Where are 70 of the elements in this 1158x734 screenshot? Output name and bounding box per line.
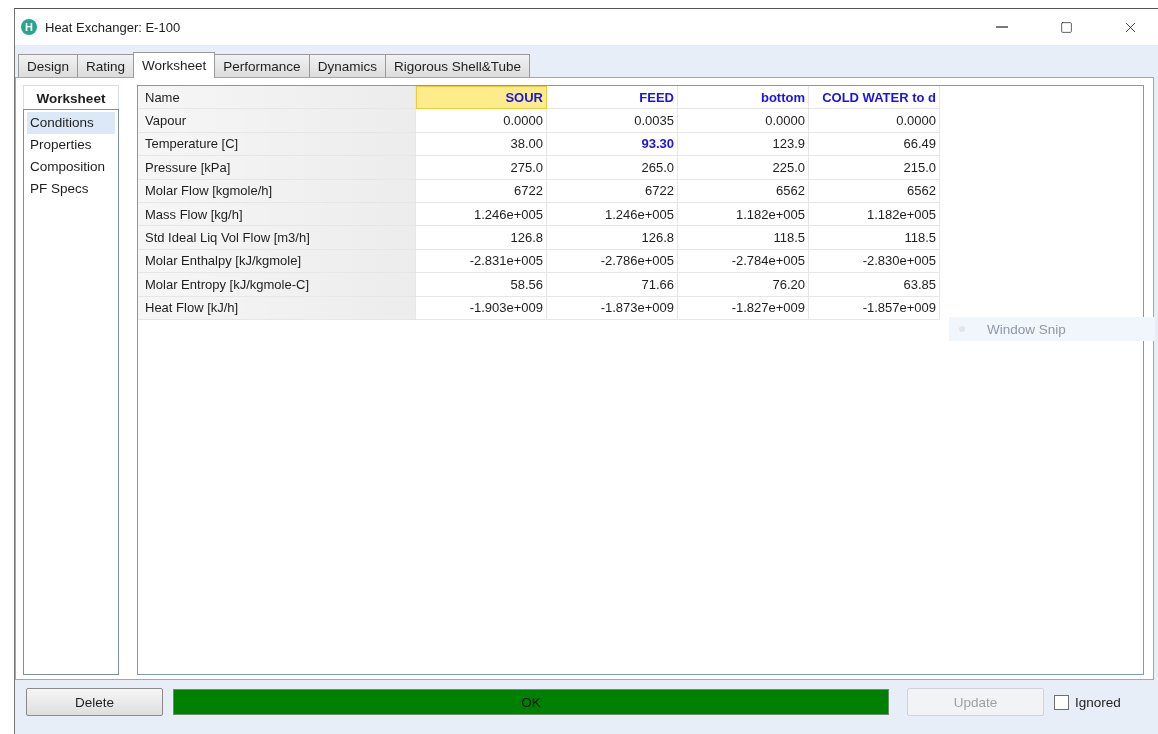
table-cell[interactable]: 63.85	[808, 272, 940, 296]
row-header: Mass Flow [kg/h]	[138, 202, 416, 226]
minimize-icon	[996, 26, 1008, 28]
column-header[interactable]: COLD WATER to d	[808, 86, 940, 109]
table-cell[interactable]: 0.0000	[415, 108, 547, 133]
table-cell[interactable]: -2.786e+005	[546, 249, 678, 273]
tab[interactable]: Design	[18, 54, 79, 77]
app-logo-icon: H	[21, 19, 37, 35]
row-header: Molar Enthalpy [kJ/kgmole]	[138, 249, 416, 273]
maximize-icon	[1059, 20, 1073, 34]
table-cell[interactable]: 6562	[677, 179, 809, 203]
delete-button[interactable]: Delete	[26, 688, 163, 716]
column-header[interactable]: bottom	[677, 86, 809, 109]
table-cell[interactable]: 66.49	[808, 132, 940, 156]
checkbox-label: Ignored	[1075, 694, 1121, 710]
table-cell[interactable]: 1.182e+005	[677, 202, 809, 226]
tooltip-text: Window Snip	[987, 321, 1066, 337]
table-cell[interactable]: 275.0	[415, 155, 547, 180]
side-panel-title: Worksheet	[23, 85, 119, 109]
table-cell[interactable]: 118.5	[677, 225, 809, 250]
table-cell[interactable]: -1.827e+009	[677, 296, 809, 320]
tab[interactable]: Dynamics	[308, 54, 386, 77]
status-bar: OK	[173, 689, 889, 715]
table-cell[interactable]: 1.182e+005	[808, 202, 940, 226]
row-header: Molar Flow [kgmole/h]	[138, 179, 416, 203]
table-cell[interactable]: -1.873e+009	[546, 296, 678, 320]
table-cell[interactable]: 126.8	[415, 225, 547, 250]
row-header: Std Ideal Liq Vol Flow [m3/h]	[138, 225, 416, 250]
row-header: Temperature [C]	[138, 132, 416, 156]
table-cell[interactable]: -2.784e+005	[677, 249, 809, 273]
table-cell[interactable]: 71.66	[546, 272, 678, 296]
row-header: Heat Flow [kJ/h]	[138, 296, 416, 320]
table-cell[interactable]: 126.8	[546, 225, 678, 250]
column-header[interactable]: SOUR	[415, 86, 547, 109]
tab[interactable]: Rigorous Shell&Tube	[384, 54, 530, 77]
side-list-item[interactable]: PF Specs	[27, 178, 115, 200]
table-cell[interactable]: 6722	[546, 179, 678, 203]
table-cell[interactable]: 58.56	[415, 272, 547, 296]
table-cell[interactable]: -1.903e+009	[415, 296, 547, 320]
side-list-item[interactable]: Composition	[27, 156, 115, 178]
table-cell[interactable]: 0.0000	[677, 108, 809, 133]
table-cell[interactable]: 225.0	[677, 155, 809, 180]
table-cell[interactable]: 0.0000	[808, 108, 940, 133]
table-cell[interactable]: 93.30	[546, 132, 678, 156]
row-header: Pressure [kPa]	[138, 155, 416, 180]
side-list-item[interactable]: Properties	[27, 134, 115, 156]
table-cell[interactable]: 6562	[808, 179, 940, 203]
row-header: Molar Entropy [kJ/kgmole-C]	[138, 272, 416, 296]
table-cell[interactable]: 76.20	[677, 272, 809, 296]
table-cell[interactable]: -1.857e+009	[808, 296, 940, 320]
table-cell[interactable]: 1.246e+005	[415, 202, 547, 226]
table-cell[interactable]: 215.0	[808, 155, 940, 180]
table-cell[interactable]: 123.9	[677, 132, 809, 156]
table-cell[interactable]: -2.830e+005	[808, 249, 940, 273]
side-list-item[interactable]: Conditions	[27, 112, 115, 134]
table-cell[interactable]: -2.831e+005	[415, 249, 547, 273]
column-header[interactable]: FEED	[546, 86, 678, 109]
tab[interactable]: Worksheet	[133, 52, 216, 78]
table-cell[interactable]: 38.00	[415, 132, 547, 156]
tab[interactable]: Performance	[214, 54, 310, 77]
table-cell[interactable]: 1.246e+005	[546, 202, 678, 226]
window-title: Heat Exchanger: E-100	[45, 19, 182, 35]
table-cell[interactable]: 0.0035	[546, 108, 678, 133]
tab[interactable]: Rating	[77, 54, 135, 77]
row-header: Vapour	[138, 108, 416, 133]
table-cell[interactable]: 265.0	[546, 155, 678, 180]
ignored-checkbox[interactable]	[1054, 694, 1069, 710]
table-cell[interactable]: 6722	[415, 179, 547, 203]
row-header: Name	[138, 86, 416, 109]
table-cell[interactable]: 118.5	[808, 225, 940, 250]
